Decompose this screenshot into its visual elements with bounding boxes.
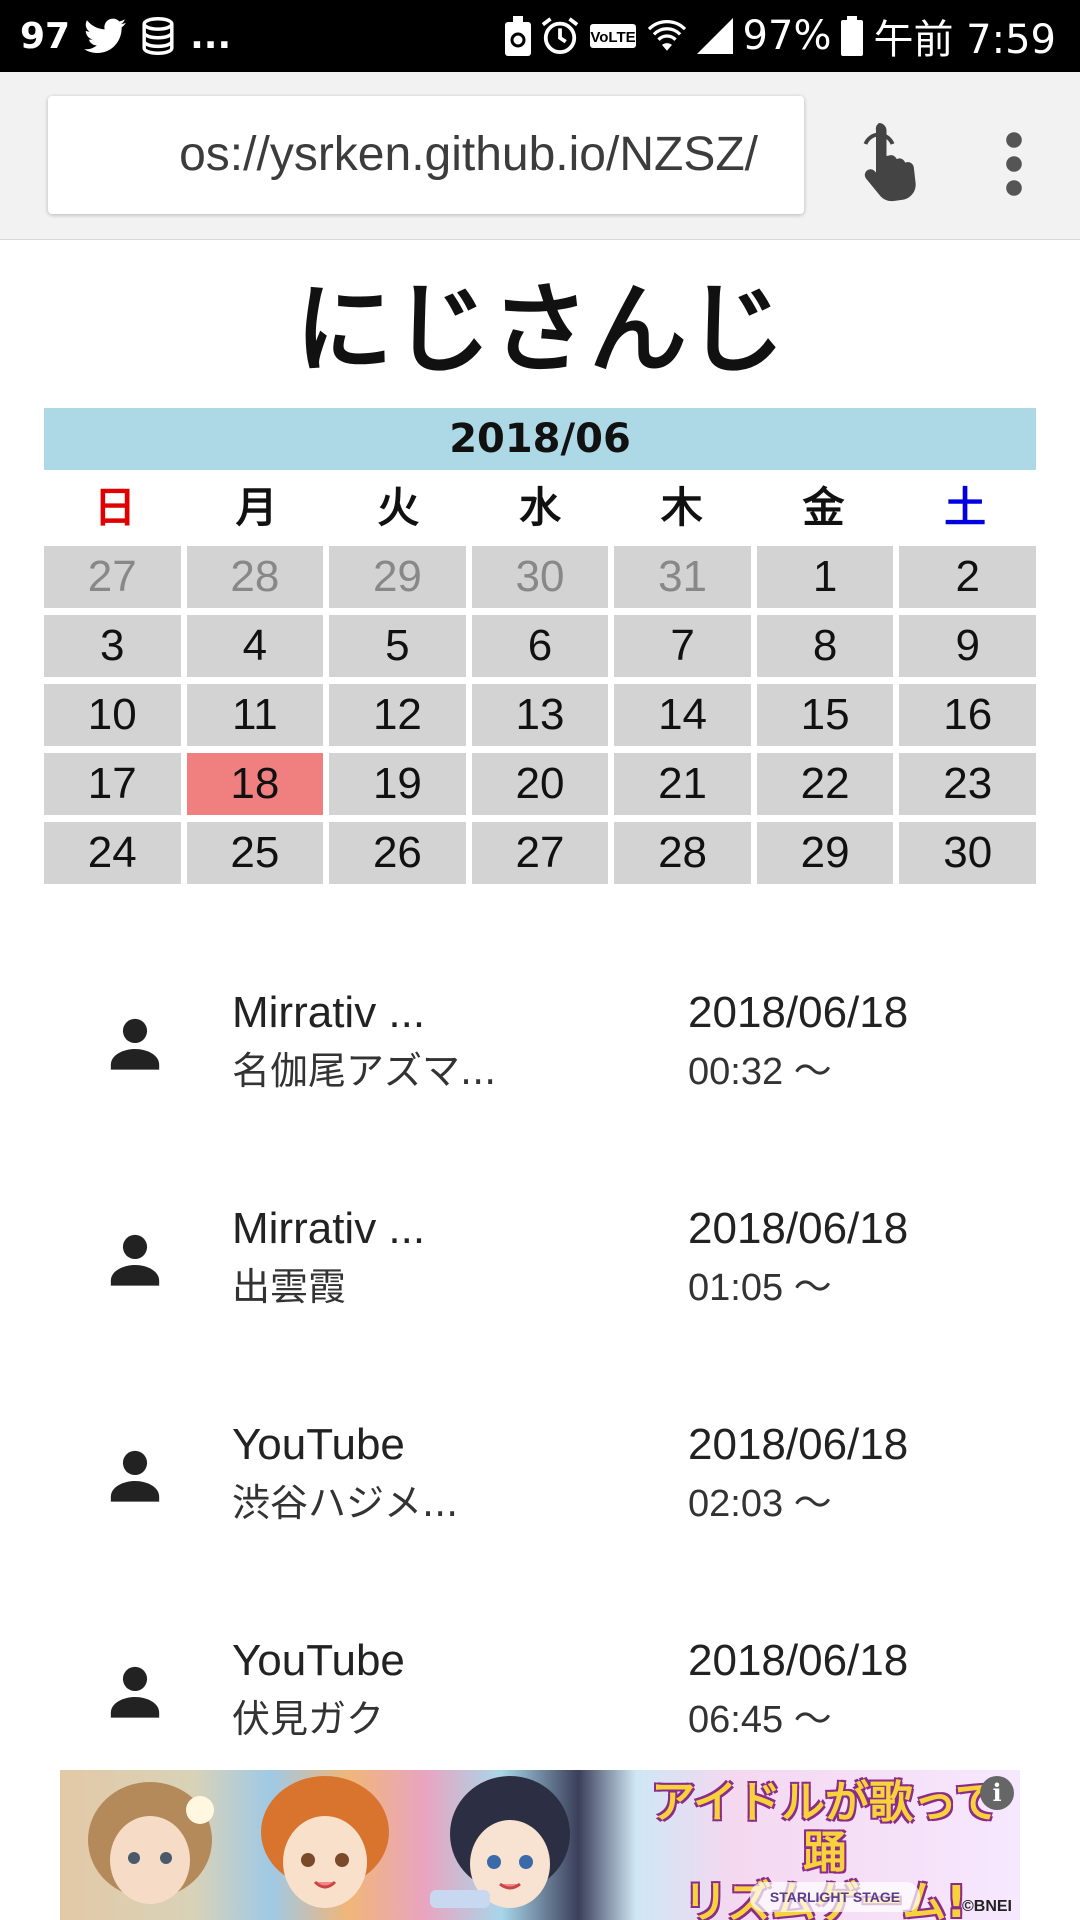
weekday-wed: 水 — [519, 483, 562, 532]
event-time: 01:05 〜 — [688, 1267, 832, 1309]
calendar-day[interactable]: 5 — [329, 615, 466, 677]
event-list: Mirrativ ... 名伽尾アズマ... 2018/06/18 00:32 〜 Mi… — [0, 960, 1080, 1824]
calendar-day[interactable]: 9 — [899, 615, 1036, 677]
calendar-day[interactable]: 1 — [756, 546, 894, 608]
event-item[interactable]: Mirrativ ... 名伽尾アズマ... 2018/06/18 00:32 〜 — [0, 960, 1080, 1176]
calendar-day[interactable]: 10 — [44, 684, 181, 746]
calendar-day[interactable]: 6 — [471, 615, 609, 677]
battery-percent: 97% — [742, 13, 832, 59]
more-vert-icon[interactable] — [996, 128, 1032, 200]
calendar-day[interactable]: 3 — [44, 615, 181, 677]
event-item[interactable]: YouTube 渋谷ハジメ... 2018/06/18 02:03 〜 — [0, 1392, 1080, 1608]
person-icon — [106, 1014, 164, 1072]
browser-toolbar: os://ysrken.github.io/NZSZ/ — [0, 72, 1080, 240]
calendar-day[interactable]: 31 — [614, 546, 751, 608]
ad-info-icon[interactable]: i — [980, 1776, 1014, 1810]
calendar-day[interactable]: 27 — [44, 546, 181, 608]
calendar-day[interactable]: 11 — [186, 684, 324, 746]
event-source: Mirrativ ... — [232, 988, 426, 1037]
event-source: YouTube — [232, 1636, 405, 1685]
wifi-icon — [647, 18, 687, 54]
event-time: 06:45 〜 — [688, 1699, 832, 1741]
calendar-day[interactable]: 27 — [471, 822, 609, 884]
calendar-day[interactable]: 30 — [899, 822, 1036, 884]
more-notifications: ... — [190, 15, 232, 57]
event-date: 2018/06/18 — [688, 1636, 909, 1685]
person-icon — [106, 1662, 164, 1720]
signal-icon — [696, 18, 733, 54]
calendar-day[interactable]: 25 — [186, 822, 324, 884]
calendar-day-selected[interactable]: 18 — [186, 753, 324, 815]
calendar-day[interactable]: 13 — [471, 684, 609, 746]
calendar-day[interactable]: 14 — [614, 684, 751, 746]
alarm-icon — [541, 17, 579, 55]
weekday-tue: 火 — [377, 483, 420, 532]
weekday-sat: 土 — [944, 483, 987, 532]
calendar-day[interactable]: 29 — [756, 822, 894, 884]
calendar-day[interactable]: 22 — [756, 753, 894, 815]
event-streamer: 伏見ガク — [232, 1697, 385, 1741]
calendar-month-label: 2018/06 — [44, 408, 1036, 470]
event-streamer: 名伽尾アズマ... — [232, 1049, 497, 1093]
calendar-day[interactable]: 8 — [756, 615, 894, 677]
weekday-sun: 日 — [93, 483, 136, 532]
page-title: にじさんじ — [294, 273, 785, 387]
event-date: 2018/06/18 — [688, 988, 909, 1037]
person-icon — [106, 1446, 164, 1504]
calendar-day[interactable]: 12 — [329, 684, 466, 746]
event-streamer: 渋谷ハジメ... — [232, 1481, 459, 1525]
calendar-day[interactable]: 29 — [329, 546, 466, 608]
battery-saver-icon — [504, 16, 531, 56]
ad-characters-image — [88, 1776, 570, 1908]
calendar-day[interactable]: 7 — [614, 615, 751, 677]
calendar-grid: 27 28 29 30 31 1 2 3 4 5 6 7 8 9 10 11 12 13 14 15 16 17 18 19 2… — [44, 546, 1036, 884]
url-text[interactable]: os://ysrken.github.io/NZSZ/ — [179, 96, 758, 214]
url-bar[interactable]: os://ysrken.github.io/NZSZ/ — [48, 96, 804, 214]
ad-copyright: ©BNEI — [961, 1898, 1012, 1915]
ad-headline-line-1: アイドルが歌って踊 — [651, 1777, 999, 1878]
coins-icon — [140, 17, 176, 55]
calendar-weekdays: 日 月 火 水 木 金 土 — [44, 476, 1036, 540]
event-item[interactable]: Mirrativ ... 出雲霞 2018/06/18 01:05 〜 — [0, 1176, 1080, 1392]
event-streamer: 出雲霞 — [232, 1265, 347, 1309]
ad-logo: STARLIGHT STAGE — [750, 1882, 920, 1912]
calendar-day[interactable]: 23 — [899, 753, 1036, 815]
calendar-day[interactable]: 4 — [186, 615, 324, 677]
calendar-day[interactable]: 30 — [471, 546, 609, 608]
svg-text:VoLTE: VoLTE — [590, 29, 635, 46]
notification-count: 97 — [20, 15, 71, 57]
twitter-icon — [84, 18, 127, 54]
status-right: VoLTE 97% 午前 7:59 — [504, 0, 1056, 72]
status-left: 97 ... — [20, 0, 231, 72]
calendar-day[interactable]: 2 — [899, 546, 1036, 608]
event-date: 2018/06/18 — [688, 1420, 909, 1469]
calendar-day[interactable]: 16 — [899, 684, 1036, 746]
calendar-day[interactable]: 24 — [44, 822, 181, 884]
event-date: 2018/06/18 — [688, 1204, 909, 1253]
person-icon — [106, 1230, 164, 1288]
weekday-fri: 金 — [802, 483, 845, 532]
calendar-day[interactable]: 17 — [44, 753, 181, 815]
weekday-thu: 木 — [660, 483, 703, 532]
event-time: 00:32 〜 — [688, 1051, 832, 1093]
weekday-mon: 月 — [235, 483, 278, 532]
calendar-day[interactable]: 28 — [614, 822, 751, 884]
status-time: 午前 7:59 — [873, 17, 1056, 63]
battery-icon — [841, 16, 864, 56]
volte-icon: VoLTE — [589, 23, 637, 49]
event-source: Mirrativ ... — [232, 1204, 426, 1253]
calendar-day[interactable]: 21 — [614, 753, 751, 815]
calendar-day[interactable]: 28 — [186, 546, 324, 608]
ad-banner[interactable]: アイドルが歌って踊 リズムゲーム! STARLIGHT STAGE ©BNEI … — [60, 1770, 1020, 1920]
calendar-day[interactable]: 15 — [756, 684, 894, 746]
status-bar: 97 ... VoLTE 97% 午前 7:59 — [0, 0, 1080, 72]
calendar-day[interactable]: 26 — [329, 822, 466, 884]
event-time: 02:03 〜 — [688, 1483, 832, 1525]
event-source: YouTube — [232, 1420, 405, 1469]
calendar-day[interactable]: 19 — [329, 753, 466, 815]
calendar-day[interactable]: 20 — [471, 753, 609, 815]
touch-icon[interactable] — [852, 120, 924, 204]
